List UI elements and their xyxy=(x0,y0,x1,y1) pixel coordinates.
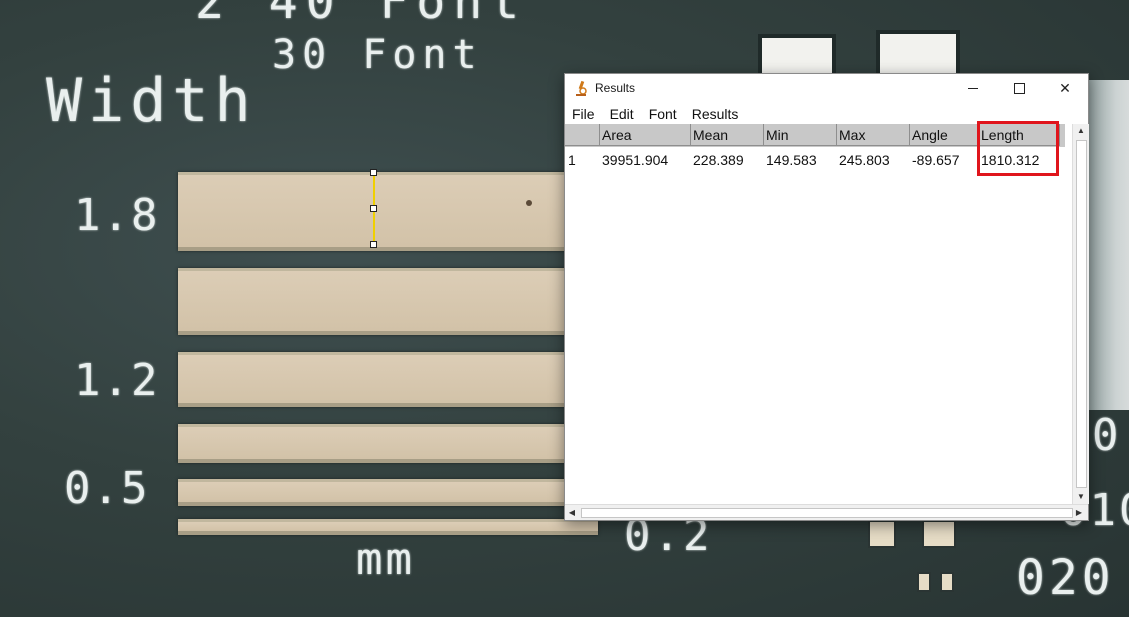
menu-font[interactable]: Font xyxy=(642,102,685,124)
small-pad xyxy=(917,572,931,592)
column-header-mean[interactable]: Mean xyxy=(691,124,764,146)
close-button[interactable]: ✕ xyxy=(1042,74,1088,102)
cell-angle: -89.657 xyxy=(912,152,960,168)
copper-trace-1-5mm xyxy=(178,268,598,335)
column-header-max[interactable]: Max xyxy=(837,124,910,146)
trace-speck xyxy=(526,200,532,206)
window-title: Results xyxy=(595,81,636,95)
copper-trace-0-2mm xyxy=(178,519,598,535)
vertical-scrollbar[interactable]: ▲ ▼ xyxy=(1072,124,1089,504)
close-icon: ✕ xyxy=(1059,79,1071,96)
scroll-down-icon[interactable]: ▼ xyxy=(1073,490,1089,504)
copper-trace-1-8mm xyxy=(178,172,598,251)
copper-trace-0-8mm xyxy=(178,424,598,463)
column-header-index[interactable] xyxy=(565,124,600,146)
horizontal-scroll-thumb[interactable] xyxy=(581,508,1073,518)
pcb-label-0-5: 0.5 xyxy=(64,463,150,514)
selection-handle-bottom[interactable] xyxy=(370,241,377,248)
menu-results[interactable]: Results xyxy=(685,102,747,124)
small-pad xyxy=(940,572,954,592)
minimize-icon xyxy=(968,87,978,89)
cell-max: 245.803 xyxy=(839,152,890,168)
cell-area: 39951.904 xyxy=(602,152,669,168)
scroll-right-icon[interactable]: ▶ xyxy=(1072,505,1086,520)
selection-handle-middle[interactable] xyxy=(370,205,377,212)
column-header-min[interactable]: Min xyxy=(764,124,837,146)
results-table[interactable]: Area Mean Min Max Angle Length 1 39951.9… xyxy=(565,124,1072,504)
horizontal-scrollbar[interactable]: ◀ ▶ xyxy=(565,504,1088,520)
pcb-label-0-right: 0 xyxy=(1092,410,1123,461)
cell-mean: 228.389 xyxy=(693,152,744,168)
pcb-label-40-font: 2 40 Font xyxy=(195,0,528,30)
maximize-icon xyxy=(1013,82,1025,94)
pcb-label-width: Width xyxy=(46,66,257,136)
pcb-label-020: 020 xyxy=(1016,550,1115,606)
menu-file[interactable]: File xyxy=(565,102,603,124)
pcb-label-mm: mm xyxy=(356,534,415,585)
microscope-icon xyxy=(576,80,587,96)
minimize-button[interactable] xyxy=(950,74,996,102)
length-highlight-box xyxy=(977,121,1059,176)
scroll-left-icon[interactable]: ◀ xyxy=(565,505,579,520)
pcb-label-30-font: 30 Font xyxy=(272,32,483,78)
small-pad xyxy=(922,520,956,548)
copper-trace-1-2mm xyxy=(178,352,598,407)
copper-trace-0-5mm xyxy=(178,479,598,506)
cell-min: 149.583 xyxy=(766,152,817,168)
scroll-up-icon[interactable]: ▲ xyxy=(1073,124,1089,138)
pcb-label-1-8: 1.8 xyxy=(74,190,160,241)
cell-index: 1 xyxy=(568,152,576,168)
title-bar[interactable]: Results ✕ xyxy=(565,74,1088,102)
pcb-label-1-2: 1.2 xyxy=(74,355,160,406)
column-header-area[interactable]: Area xyxy=(600,124,691,146)
column-header-angle[interactable]: Angle xyxy=(910,124,979,146)
maximize-button[interactable] xyxy=(996,74,1042,102)
vertical-scroll-thumb[interactable] xyxy=(1076,140,1087,488)
selection-handle-top[interactable] xyxy=(370,169,377,176)
small-pad xyxy=(868,520,896,548)
menu-edit[interactable]: Edit xyxy=(603,102,642,124)
